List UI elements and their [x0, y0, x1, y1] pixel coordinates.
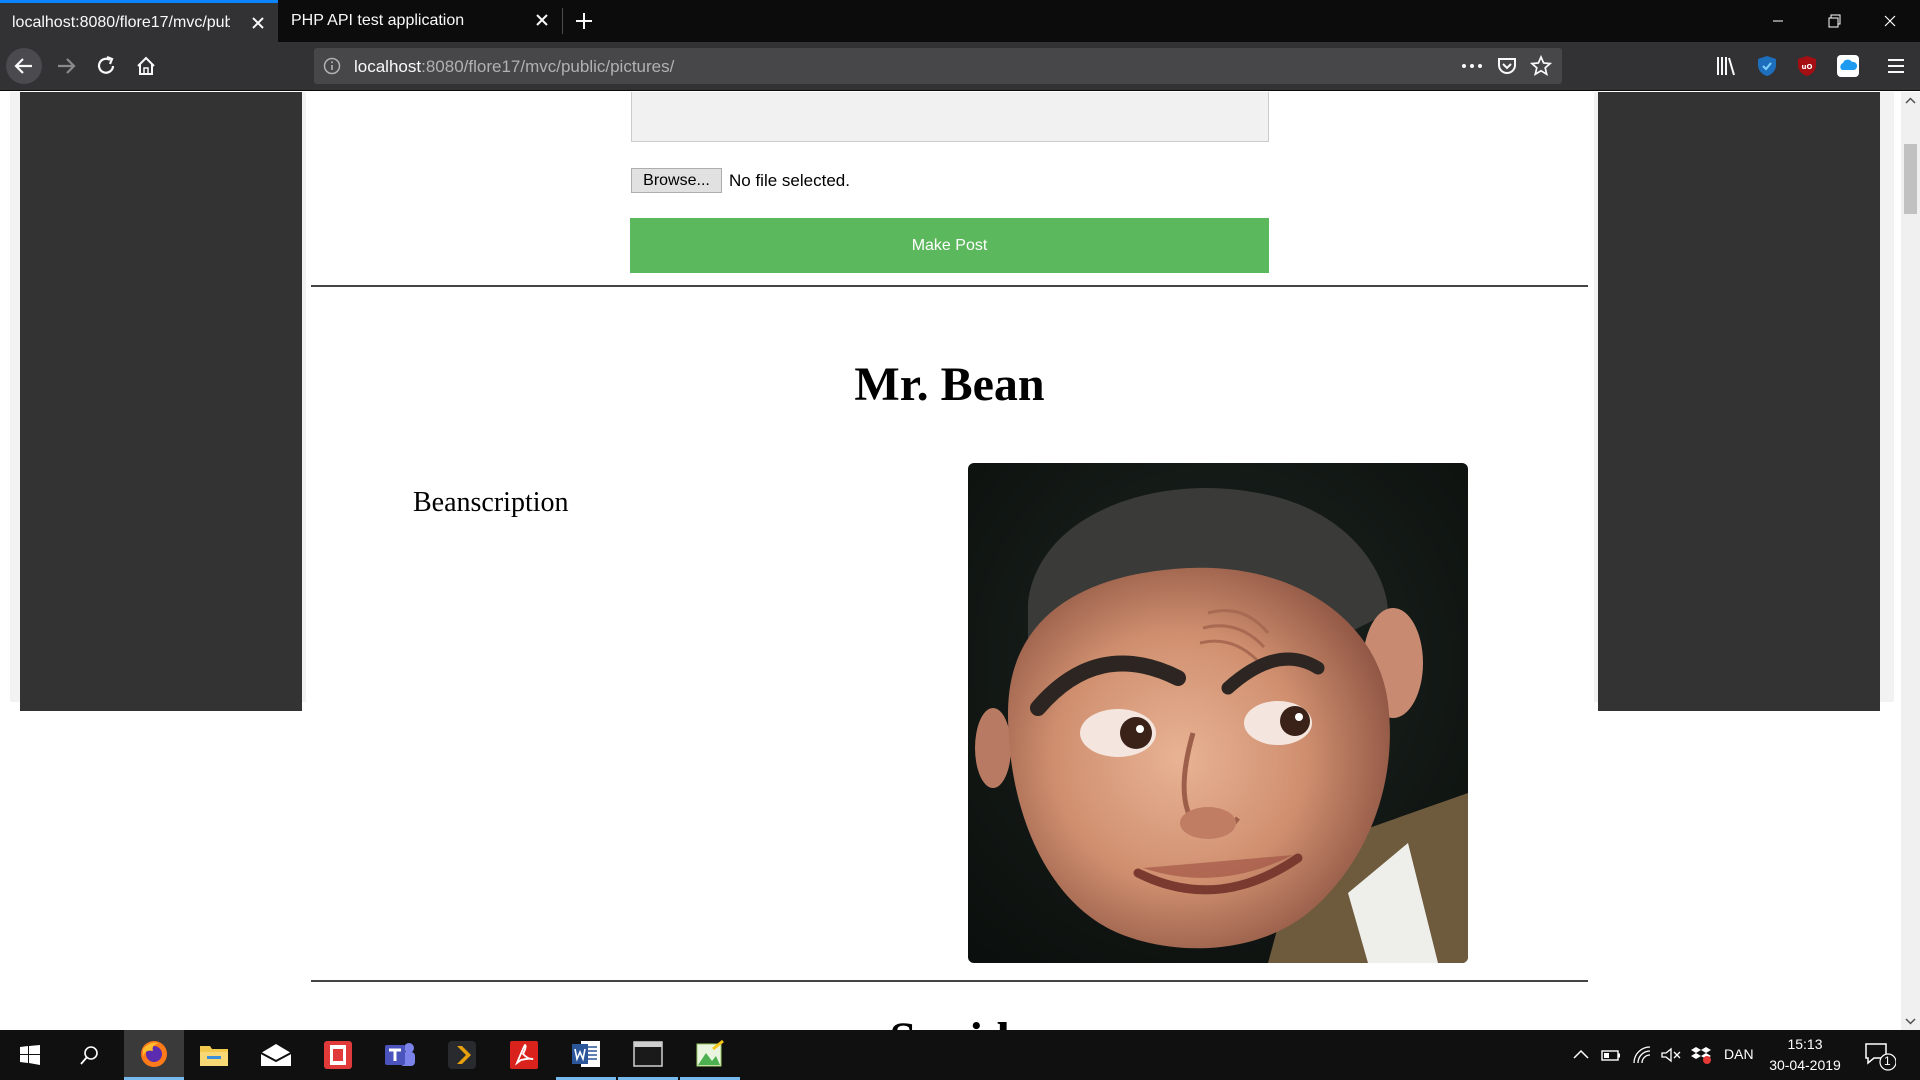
film-icon: [324, 1041, 352, 1069]
scroll-thumb[interactable]: [1904, 144, 1917, 214]
pocket-icon[interactable]: [1496, 55, 1518, 77]
windows-taskbar: DAN 15:13 30-04-2019 1: [0, 1030, 1920, 1080]
taskbar-terminal[interactable]: [618, 1030, 678, 1080]
start-icon: [20, 1045, 40, 1065]
search-button[interactable]: [60, 1030, 120, 1080]
taskbar-firefox[interactable]: [124, 1030, 184, 1080]
firefox-icon: [141, 1040, 167, 1067]
battery-icon[interactable]: [1600, 1045, 1622, 1065]
taskbar-acrobat[interactable]: [494, 1030, 554, 1080]
cloud-extension-icon[interactable]: [1836, 54, 1860, 78]
scroll-up-arrow-icon[interactable]: [1901, 92, 1920, 110]
scroll-down-arrow-icon[interactable]: [1901, 1012, 1920, 1030]
tab-strip: localhost:8080/flore17/mvc/public/pictur…: [0, 0, 1920, 42]
navigation-toolbar: localhost:8080/flore17/mvc/public/pictur…: [0, 42, 1920, 91]
url-host: localhost: [354, 57, 422, 76]
action-center-button[interactable]: 1: [1862, 1040, 1897, 1072]
taskbar-file-explorer[interactable]: [184, 1030, 244, 1080]
close-icon[interactable]: [248, 13, 268, 33]
post-divider: [311, 285, 1588, 287]
restore-icon[interactable]: [1806, 0, 1862, 42]
mail-icon: [260, 1044, 292, 1066]
word-icon: [572, 1040, 600, 1067]
notification-count: 1: [1884, 1054, 1891, 1068]
tab-separator: [562, 8, 563, 34]
page-viewport: Browse... No file selected. Make Post Mr…: [0, 92, 1901, 1030]
tab-title: PHP API test application: [291, 12, 465, 29]
window-close-icon[interactable]: [1862, 0, 1918, 42]
taskbar-word[interactable]: [556, 1030, 616, 1080]
taskbar-plex[interactable]: [432, 1030, 492, 1080]
taskbar-teams[interactable]: [370, 1030, 430, 1080]
svg-text:uO: uO: [1802, 63, 1813, 71]
close-icon[interactable]: [532, 10, 552, 30]
wifi-icon[interactable]: [1632, 1045, 1654, 1065]
post-divider: [311, 980, 1588, 982]
ublock-origin-icon[interactable]: uO: [1795, 54, 1819, 78]
taskbar-image-viewer[interactable]: [680, 1030, 740, 1080]
more-dots-icon[interactable]: [1459, 56, 1485, 76]
library-icon[interactable]: [1714, 54, 1738, 78]
url-path: :8080/flore17/mvc/public/pictures/: [421, 57, 675, 76]
start-button[interactable]: [0, 1030, 60, 1080]
file-status-text: No file selected.: [729, 171, 850, 190]
clock-date[interactable]: 30-04-2019: [1763, 1057, 1847, 1073]
reload-icon[interactable]: [88, 48, 124, 84]
minimize-icon[interactable]: [1750, 0, 1806, 42]
taskbar-mail[interactable]: [246, 1030, 306, 1080]
vertical-scrollbar[interactable]: [1901, 92, 1920, 1030]
new-tab-icon[interactable]: [570, 7, 598, 35]
back-arrow-icon[interactable]: [6, 48, 42, 84]
post-title: Mr. Bean: [854, 358, 1045, 411]
tab-php-api[interactable]: PHP API test application: [279, 0, 562, 42]
file-explorer-icon: [200, 1046, 228, 1066]
shield-extension-icon[interactable]: [1755, 54, 1779, 78]
clock-time[interactable]: 15:13: [1770, 1036, 1840, 1052]
post-description: Beanscription: [413, 487, 569, 518]
bookmark-star-icon[interactable]: [1530, 55, 1552, 77]
browse-button[interactable]: Browse...: [631, 168, 722, 193]
acrobat-icon: [510, 1041, 538, 1069]
hamburger-menu-icon[interactable]: [1884, 54, 1908, 78]
post-title: Squid: [311, 1012, 1588, 1030]
teams-icon: [385, 1043, 415, 1066]
post-textarea[interactable]: [631, 92, 1269, 142]
info-icon[interactable]: [322, 56, 342, 76]
mr-bean-face-photo: [968, 463, 1468, 963]
language-indicator[interactable]: DAN: [1724, 1046, 1754, 1062]
home-icon[interactable]: [128, 48, 164, 84]
forward-arrow-icon[interactable]: [48, 48, 84, 84]
volume-muted-icon[interactable]: [1660, 1045, 1682, 1065]
taskbar-film-app[interactable]: [308, 1030, 368, 1080]
url-text: localhost:8080/flore17/mvc/public/pictur…: [354, 57, 674, 77]
main-content: Browse... No file selected. Make Post Mr…: [311, 92, 1588, 1030]
image-viewer-icon: [696, 1039, 724, 1066]
make-post-button[interactable]: Make Post: [630, 218, 1269, 273]
right-sidebar: [1598, 92, 1880, 711]
chevron-up-icon[interactable]: [1570, 1045, 1592, 1065]
tab-title: localhost:8080/flore17/mvc/public/pictur…: [12, 13, 230, 31]
left-sidebar: [20, 92, 302, 711]
terminal-icon: [633, 1040, 663, 1067]
search-icon: [80, 1046, 98, 1065]
url-bar[interactable]: localhost:8080/flore17/mvc/public/pictur…: [314, 48, 1562, 84]
tab-pictures[interactable]: localhost:8080/flore17/mvc/public/pictur…: [0, 0, 278, 42]
plex-icon: [448, 1041, 476, 1069]
dropbox-icon[interactable]: [1690, 1045, 1712, 1065]
